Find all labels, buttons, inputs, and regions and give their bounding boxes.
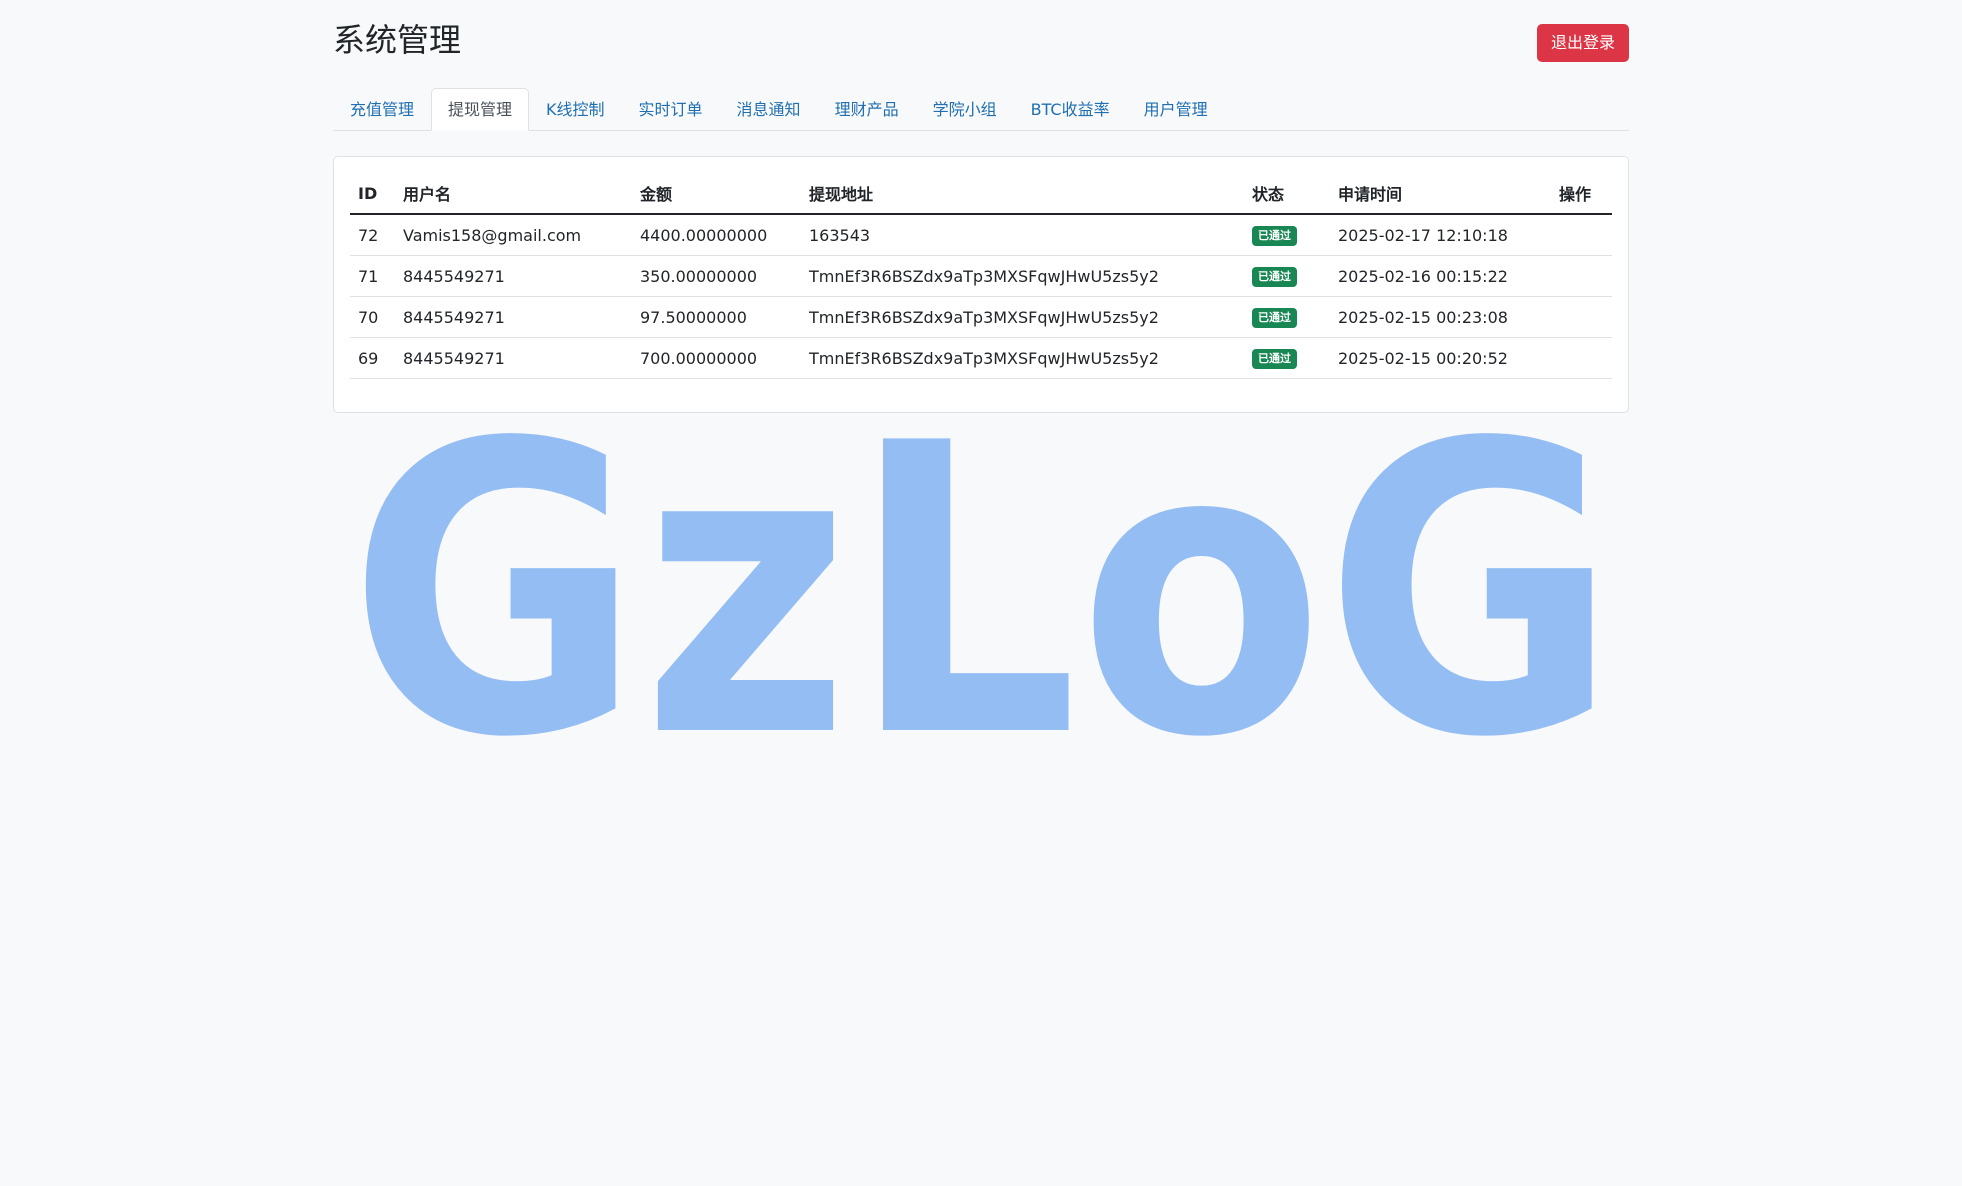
cell-action (1551, 337, 1612, 379)
column-header-id: ID (350, 173, 395, 215)
gzlog-watermark: GzLoG (343, 360, 1623, 825)
column-header-amount: 金额 (632, 173, 801, 215)
cell-status: 已通过 (1244, 255, 1330, 297)
tab-notifications[interactable]: 消息通知 (720, 88, 818, 131)
tab-withdrawal-management[interactable]: 提现管理 (431, 88, 530, 131)
cell-time: 2025-02-15 00:20:52 (1330, 337, 1551, 379)
tab-btc-yield[interactable]: BTC收益率 (1014, 88, 1127, 131)
cell-action (1551, 255, 1612, 297)
table-row: 70 8445549271 97.50000000 TmnEf3R6BSZdx9… (350, 296, 1612, 338)
status-badge: 已通过 (1252, 308, 1297, 328)
cell-amount: 700.00000000 (632, 337, 801, 379)
cell-username: 8445549271 (395, 255, 632, 297)
watermark-text: GzLoG (348, 400, 1618, 760)
page-title: 系统管理 (333, 21, 462, 59)
cell-username: 8445549271 (395, 296, 632, 338)
tab-realtime-orders[interactable]: 实时订单 (622, 88, 720, 131)
cell-id: 69 (350, 337, 395, 379)
cell-id: 71 (350, 255, 395, 297)
cell-action (1551, 296, 1612, 338)
watermark-logo: GzLoG (348, 360, 1618, 825)
cell-status: 已通过 (1244, 337, 1330, 379)
cell-address: 163543 (801, 214, 1244, 256)
cell-id: 70 (350, 296, 395, 338)
cell-amount: 350.00000000 (632, 255, 801, 297)
status-badge: 已通过 (1252, 349, 1297, 369)
table-row: 72 Vamis158@gmail.com 4400.00000000 1635… (350, 214, 1612, 256)
withdrawal-card: ID 用户名 金额 提现地址 状态 申请时间 操作 72 Vamis158@gm… (333, 156, 1629, 413)
tab-academy-groups[interactable]: 学院小组 (916, 88, 1014, 131)
tab-user-management[interactable]: 用户管理 (1127, 88, 1225, 131)
column-header-time: 申请时间 (1330, 173, 1551, 215)
admin-container: 系统管理 退出登录 充值管理 提现管理 K线控制 实时订单 消息通知 理财产品 … (333, 0, 1629, 413)
cell-address: TmnEf3R6BSZdx9aTp3MXSFqwJHwU5zs5y2 (801, 296, 1244, 338)
cell-address: TmnEf3R6BSZdx9aTp3MXSFqwJHwU5zs5y2 (801, 337, 1244, 379)
table-row: 71 8445549271 350.00000000 TmnEf3R6BSZdx… (350, 255, 1612, 297)
table-row: 69 8445549271 700.00000000 TmnEf3R6BSZdx… (350, 337, 1612, 379)
cell-status: 已通过 (1244, 296, 1330, 338)
tab-recharge-management[interactable]: 充值管理 (333, 88, 431, 131)
tab-kline-control[interactable]: K线控制 (529, 88, 622, 131)
column-header-status: 状态 (1244, 173, 1330, 215)
logout-button[interactable]: 退出登录 (1536, 24, 1629, 62)
cell-amount: 4400.00000000 (632, 214, 801, 256)
cell-amount: 97.50000000 (632, 296, 801, 338)
column-header-username: 用户名 (395, 173, 632, 215)
withdrawal-table: ID 用户名 金额 提现地址 状态 申请时间 操作 72 Vamis158@gm… (350, 173, 1612, 379)
column-header-action: 操作 (1551, 173, 1612, 215)
status-badge: 已通过 (1252, 226, 1297, 246)
cell-time: 2025-02-15 00:23:08 (1330, 296, 1551, 338)
page-header: 系统管理 退出登录 (333, 0, 1629, 88)
cell-username: Vamis158@gmail.com (395, 214, 632, 256)
cell-id: 72 (350, 214, 395, 256)
nav-tabs: 充值管理 提现管理 K线控制 实时订单 消息通知 理财产品 学院小组 BTC收益… (333, 88, 1629, 131)
cell-action (1551, 214, 1612, 256)
tab-financial-products[interactable]: 理财产品 (818, 88, 916, 131)
cell-status: 已通过 (1244, 214, 1330, 256)
status-badge: 已通过 (1252, 267, 1297, 287)
cell-time: 2025-02-17 12:10:18 (1330, 214, 1551, 256)
table-header-row: ID 用户名 金额 提现地址 状态 申请时间 操作 (350, 173, 1612, 215)
cell-address: TmnEf3R6BSZdx9aTp3MXSFqwJHwU5zs5y2 (801, 255, 1244, 297)
cell-time: 2025-02-16 00:15:22 (1330, 255, 1551, 297)
column-header-address: 提现地址 (801, 173, 1244, 215)
cell-username: 8445549271 (395, 337, 632, 379)
